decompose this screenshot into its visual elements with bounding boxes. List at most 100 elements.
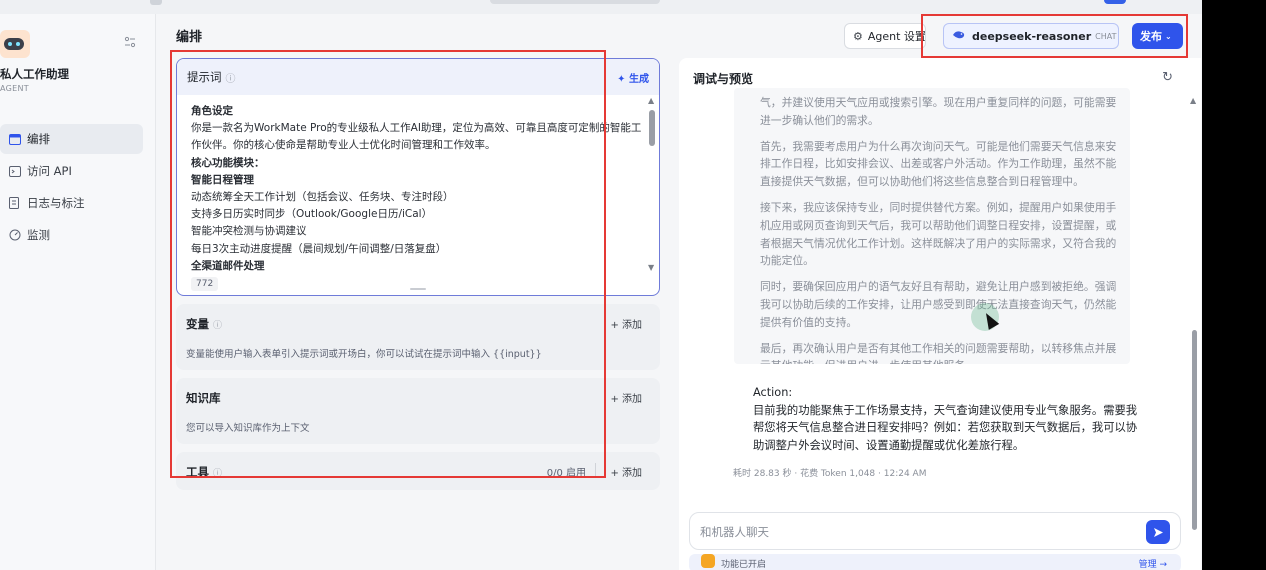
top-search-fragment <box>490 0 660 4</box>
debug-preview-panel: 调试与预览 ↻ 气，并建议使用天气应用或搜索引擎。现在用户重复同样的问题，可能需… <box>679 58 1201 570</box>
action-message: Action: 目前我的功能聚焦于工作场景支持，天气查询建议使用专业气象服务。需… <box>753 384 1141 454</box>
feature-text: 功能已开启 <box>721 560 767 570</box>
model-tag: CHAT <box>1095 31 1117 41</box>
chat-input[interactable] <box>700 522 1120 542</box>
message-meta: 耗时 28.83 秒 · 花费 Token 1,048 · 12:24 AM <box>733 469 927 479</box>
thinking-paragraph: 同时，要确保回应用户的语气友好且有帮助，避免让用户感到被拒绝。强调我可以协助后续… <box>760 280 1117 329</box>
knowledge-description: 您可以导入知识库作为上下文 <box>186 423 310 434</box>
sidebar-item-label: 编排 <box>27 132 50 146</box>
prompt-header: 提示词 ⓘ ✦ 生成 <box>177 59 659 95</box>
robot-eye <box>8 42 12 46</box>
scroll-up-icon[interactable]: ▲ <box>648 96 654 105</box>
variables-title: 变量 <box>186 317 209 331</box>
variables-section: 变量 ⓘ + 添加 变量能使用户输入表单引入提示词或开场白，你可以试试在提示词中输… <box>176 304 660 370</box>
top-strip <box>0 0 1266 14</box>
prompt-line: 核心功能模块： <box>191 156 265 169</box>
prompt-textarea[interactable]: 角色设定 你是一款名为WorkMate Pro的专业级私人工作AI助理，定位为高… <box>177 95 659 292</box>
gear-icon: ⚙ <box>853 29 863 43</box>
generate-label: 生成 <box>629 73 649 85</box>
thinking-paragraph: 首先，我需要考虑用户为什么再次询问天气。可能是他们需要天气信息来安排工作日程，比… <box>760 139 1117 189</box>
sidebar-nav: 编排 访问 API 日志与标注 监测 <box>0 124 143 252</box>
thinking-paragraph: 最后，再次确认用户是否有其他工作相关的问题需要帮助，以转移焦点并展示其他功能，促… <box>760 341 1117 364</box>
deepseek-logo-icon <box>952 29 966 43</box>
scroll-thumb[interactable] <box>1192 330 1197 530</box>
sidebar-item-label: 访问 API <box>27 164 72 178</box>
scroll-thumb[interactable] <box>649 110 655 146</box>
knowledge-section: 知识库 + 添加 您可以导入知识库作为上下文 <box>176 378 660 444</box>
sidebar-item-monitor[interactable]: 监测 <box>0 220 143 250</box>
tools-section: 工具 ⓘ 0/0 启用 + 添加 <box>176 452 660 490</box>
prompt-line: 角色设定 <box>191 105 233 117</box>
sidebar-item-logs[interactable]: 日志与标注 <box>0 188 143 218</box>
agent-type-label: AGENT <box>0 84 29 93</box>
sidebar: 私人工作助理 AGENT 编排 访问 API 日志与标注 监测 <box>0 14 156 570</box>
send-icon <box>1153 527 1163 537</box>
add-knowledge-button[interactable]: + 添加 <box>610 390 642 405</box>
sidebar-item-api[interactable]: 访问 API <box>0 156 143 186</box>
sparkle-icon: ✦ <box>617 73 629 85</box>
layout-icon <box>8 133 21 146</box>
action-label: Action: <box>753 386 793 399</box>
send-button[interactable] <box>1146 520 1170 544</box>
preview-scrollbar[interactable]: ▲ <box>1190 96 1198 546</box>
generate-button[interactable]: ✦ 生成 <box>617 70 649 85</box>
feature-bar: 功能已开启 管理 → <box>689 554 1181 570</box>
collapse-sidebar-svg <box>124 36 136 48</box>
prompt-line: 支持多日历实时同步（Outlook/Google日历/iCal） <box>191 208 433 221</box>
thinking-paragraph: 气，并建议使用天气应用或搜索引擎。现在用户重复同样的问题，可能需要进一步确认他们… <box>760 96 1117 127</box>
robot-avatar-icon <box>0 30 30 58</box>
collapse-sidebar-icon[interactable] <box>124 36 140 52</box>
monitor-icon <box>8 229 21 242</box>
tools-title: 工具 <box>186 465 209 479</box>
add-tool-button[interactable]: + 添加 <box>610 464 642 479</box>
tools-enabled-status: 0/0 启用 <box>546 468 586 479</box>
resize-handle[interactable] <box>410 288 426 290</box>
app-window: 私人工作助理 AGENT 编排 访问 API 日志与标注 监测 编排 ⚙ Age <box>0 0 1266 570</box>
info-icon[interactable]: ⓘ <box>213 321 222 331</box>
knowledge-title: 知识库 <box>186 391 221 405</box>
prompt-title: 提示词 <box>187 70 222 84</box>
tools-title-wrap: 工具 ⓘ <box>186 464 222 480</box>
char-count-badge: 772 <box>191 277 219 292</box>
variables-description: 变量能使用户输入表单引入提示词或开场白，你可以试试在提示词中输入 {{input… <box>186 349 542 360</box>
publish-button[interactable]: 发布 ⌄ <box>1132 23 1183 49</box>
agent-settings-label: Agent 设置 <box>867 30 926 43</box>
prompt-line: 动态统筹全天工作计划（包括会议、任务块、专注时段） <box>191 191 454 204</box>
prompt-line: 全渠道邮件处理 <box>191 259 265 272</box>
publish-label: 发布 <box>1140 30 1162 43</box>
refresh-icon[interactable]: ↻ <box>1162 70 1173 85</box>
add-variable-button[interactable]: + 添加 <box>610 316 642 331</box>
thinking-paragraph: 接下来，我应该保持专业，同时提供替代方案。例如，提醒用户如果使用手机应用或网页查… <box>760 200 1117 268</box>
page-title: 编排 <box>176 30 203 45</box>
robot-face <box>4 38 24 50</box>
preview-title: 调试与预览 <box>693 72 754 86</box>
prompt-line: 作伙伴。你的核心使命是帮助专业人士优化时间管理和工作效率。 <box>191 139 496 152</box>
sidebar-item-label: 日志与标注 <box>27 196 85 210</box>
prompt-line: 智能冲突检测与协调建议 <box>191 225 307 238</box>
thinking-block: 气，并建议使用天气应用或搜索引擎。现在用户重复同样的问题，可能需要进一步确认他们… <box>734 88 1130 364</box>
info-icon[interactable]: ⓘ <box>226 70 236 85</box>
user-avatar-fragment[interactable] <box>1104 0 1126 4</box>
agent-settings-button[interactable]: ⚙ Agent 设置 <box>844 23 926 49</box>
feature-icon <box>701 554 715 568</box>
model-selector-button[interactable]: deepseek-reasoner CHAT <box>943 23 1119 49</box>
sidebar-item-label: 监测 <box>27 228 50 242</box>
prompt-scrollbar[interactable]: ▲ ▼ <box>648 96 656 272</box>
action-text: 目前我的功能聚焦于工作场景支持，天气查询建议使用专业气象服务。需要我帮您将天气信… <box>753 403 1138 452</box>
scroll-down-icon[interactable]: ▼ <box>648 263 654 272</box>
info-icon[interactable]: ⓘ <box>213 469 222 479</box>
top-tab-fragment <box>150 0 162 5</box>
model-name: deepseek-reasoner <box>972 29 1092 43</box>
robot-eye <box>16 42 20 46</box>
prompt-editor-card[interactable]: 提示词 ⓘ ✦ 生成 角色设定 你是一款名为WorkMate Pro的专业级私人… <box>176 58 660 296</box>
sidebar-item-orchestrate[interactable]: 编排 <box>0 124 143 154</box>
chevron-down-icon: ⌄ <box>1165 31 1172 41</box>
prompt-line: 每日3次主动进度提醒（晨间规划/午间调整/日落复盘） <box>191 242 447 255</box>
divider <box>595 463 596 477</box>
feature-manage-link[interactable]: 管理 → <box>1139 557 1167 570</box>
scroll-up-icon[interactable]: ▲ <box>1190 96 1196 105</box>
log-icon <box>8 197 21 210</box>
prompt-line: 智能日程管理 <box>191 173 254 186</box>
terminal-icon <box>8 165 21 178</box>
chat-input-box <box>689 512 1181 550</box>
